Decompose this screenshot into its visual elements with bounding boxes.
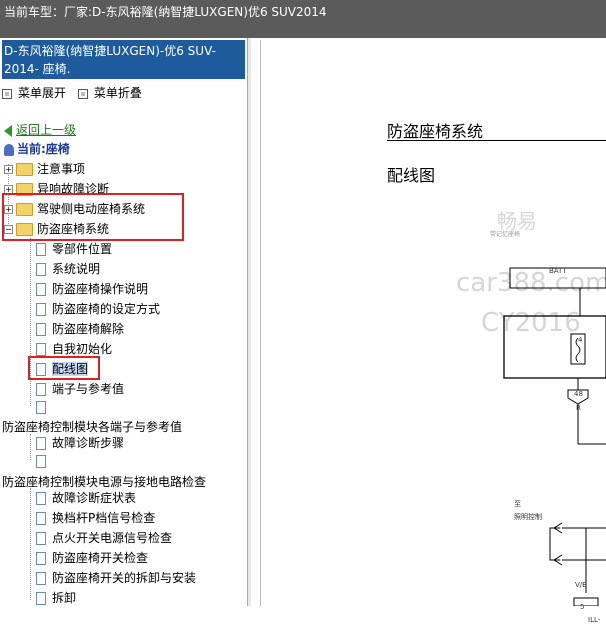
tree-item[interactable]: 防盗座椅解除 bbox=[36, 320, 124, 337]
tree-group-label[interactable]: 防盗座椅控制模块电源与接地电路检查 bbox=[2, 473, 206, 490]
content-pane: 防盗座椅系统 配线图 畅易 car388.com CY2016 BATT 4 4… bbox=[252, 38, 606, 624]
tree-folder-notes[interactable]: + 注意事项 bbox=[4, 160, 85, 177]
subtitle: 配线图 bbox=[387, 166, 436, 185]
document-icon bbox=[36, 383, 46, 396]
highlight-box bbox=[28, 356, 100, 380]
section-title: 防盗座椅系统 bbox=[387, 122, 484, 141]
top-bar: 当前车型：厂家:D-东风裕隆(纳智捷LUXGEN)优6 SUV2014 bbox=[0, 0, 606, 38]
current-location: 当前:座椅 bbox=[4, 140, 70, 157]
splitter[interactable] bbox=[247, 38, 251, 606]
expand-all-button[interactable]: 菜单展开 bbox=[2, 86, 66, 100]
document-icon bbox=[36, 572, 46, 585]
menu-controls: 菜单展开 菜单折叠 bbox=[2, 84, 142, 101]
wiring-diagram bbox=[503, 267, 606, 606]
diagram-label: 照明控制 bbox=[514, 513, 542, 521]
tree-item[interactable] bbox=[36, 400, 52, 414]
folder-icon bbox=[16, 163, 33, 176]
tree-item[interactable]: 换档杆P档信号检查 bbox=[36, 509, 155, 526]
tree-item[interactable]: 零部件位置 bbox=[36, 240, 112, 257]
diagram-label: 4 bbox=[578, 336, 583, 344]
user-icon bbox=[4, 143, 14, 156]
sidebar: D-东风裕隆(纳智捷LUXGEN)-优6 SUV-2014- 座椅. 菜单展开 … bbox=[0, 38, 247, 606]
document-icon bbox=[36, 303, 46, 316]
tree-group-label[interactable]: 防盗座椅控制模块各端子与参考值 bbox=[2, 418, 182, 435]
back-arrow-icon bbox=[4, 124, 12, 137]
document-icon bbox=[36, 552, 46, 565]
diagram-label: ILL- bbox=[588, 616, 601, 624]
tree-item[interactable]: 点火开关电源信号检查 bbox=[36, 529, 172, 546]
document-icon bbox=[36, 323, 46, 336]
document-icon bbox=[36, 401, 46, 414]
back-link[interactable]: 返回上一级 bbox=[4, 121, 76, 138]
document-icon bbox=[36, 437, 46, 450]
tree-item[interactable]: 故障诊断步骤 bbox=[36, 434, 124, 451]
document-icon bbox=[36, 263, 46, 276]
tree-item[interactable] bbox=[36, 454, 52, 468]
document-icon bbox=[36, 283, 46, 296]
title-rule bbox=[387, 140, 606, 141]
document-icon bbox=[36, 343, 46, 356]
vehicle-header: 当前车型：厂家:D-东风裕隆(纳智捷LUXGEN)优6 SUV2014 bbox=[4, 5, 327, 19]
tree-item[interactable]: 拆卸 bbox=[36, 589, 76, 606]
diagram-label: 48 bbox=[574, 390, 583, 398]
collapse-all-button[interactable]: 菜单折叠 bbox=[77, 86, 142, 100]
tree-item[interactable]: 故障诊断症状表 bbox=[36, 489, 136, 506]
tree-item[interactable]: 防盗座椅开关的拆卸与安装 bbox=[36, 569, 196, 586]
document-icon bbox=[36, 455, 46, 468]
tree-item[interactable]: 系统说明 bbox=[36, 260, 100, 277]
tree-guide bbox=[30, 488, 31, 600]
diagram-label: 带记忆座椅 bbox=[490, 231, 521, 238]
tree-item[interactable]: 自我初始化 bbox=[36, 340, 112, 357]
diagram-label: BATT bbox=[549, 267, 567, 275]
sidebar-title: D-东风裕隆(纳智捷LUXGEN)-优6 SUV-2014- 座椅. bbox=[2, 40, 245, 79]
highlight-box bbox=[2, 193, 184, 241]
document-icon bbox=[36, 243, 46, 256]
tree-item[interactable]: 防盗座椅的设定方式 bbox=[36, 300, 160, 317]
diagram-label: 5 bbox=[580, 603, 585, 611]
square-icon bbox=[2, 88, 12, 99]
tree-item[interactable]: 防盗座椅开关检查 bbox=[36, 549, 148, 566]
tree-guide bbox=[30, 238, 31, 406]
square-icon bbox=[77, 88, 88, 99]
diagram-label: V/B bbox=[575, 581, 587, 589]
document-icon bbox=[36, 492, 46, 505]
diagram-label: R bbox=[576, 404, 581, 412]
document-icon bbox=[36, 512, 46, 525]
tree-item[interactable]: 端子与参考值 bbox=[36, 380, 124, 397]
diagram-label: 至 bbox=[514, 500, 521, 508]
tree-item[interactable]: 防盗座椅操作说明 bbox=[36, 280, 148, 297]
tree-guide bbox=[30, 434, 31, 460]
document-icon bbox=[36, 592, 46, 605]
document-icon bbox=[36, 532, 46, 545]
expand-icon[interactable]: + bbox=[4, 165, 13, 174]
